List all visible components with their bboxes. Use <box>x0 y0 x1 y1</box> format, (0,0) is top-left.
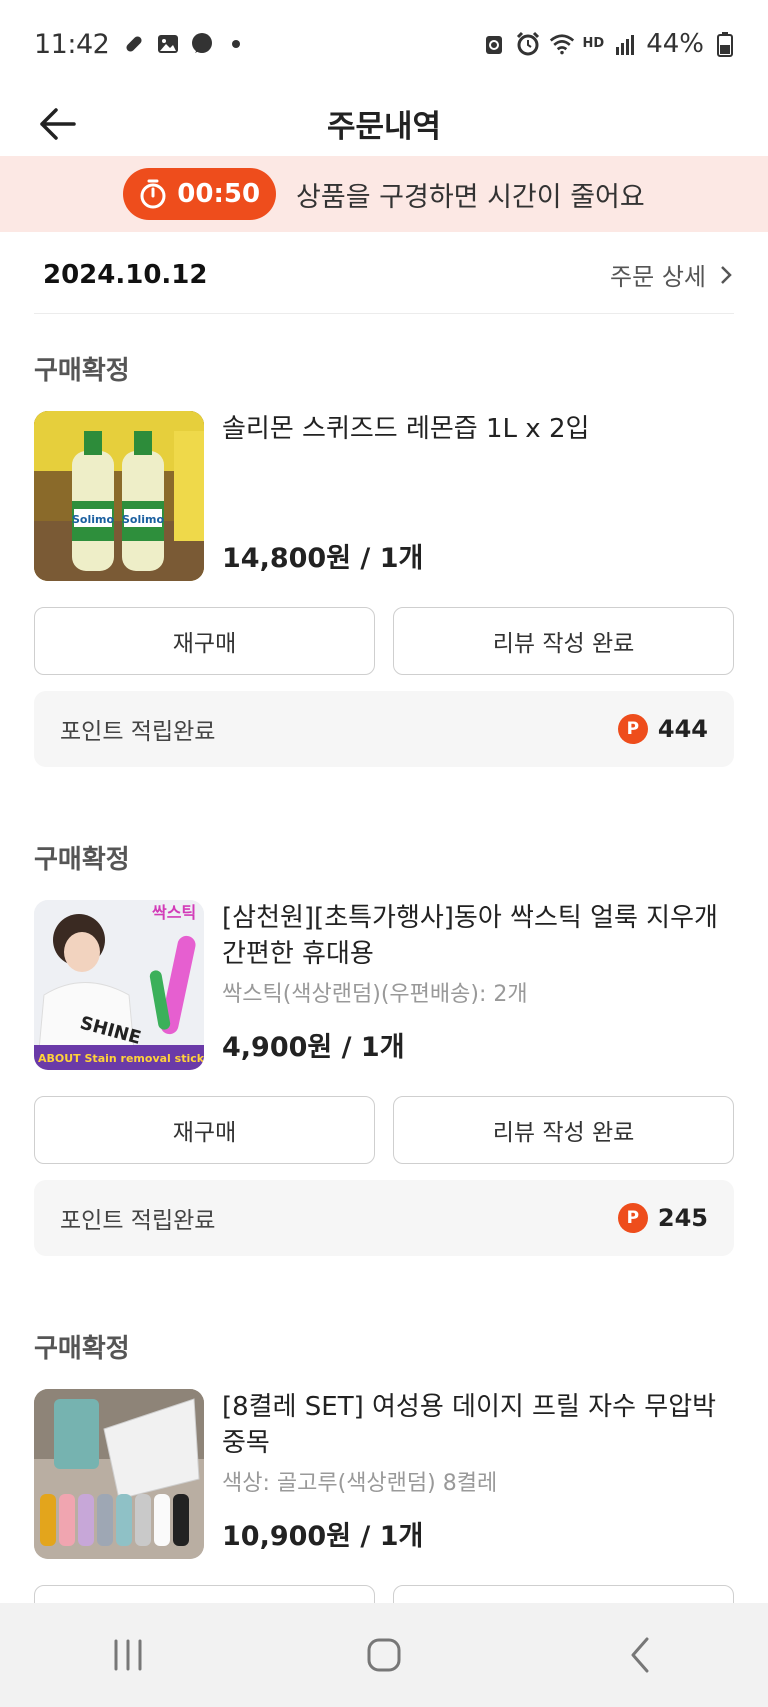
alarm-icon <box>515 31 541 57</box>
status-time: 11:42 <box>34 28 110 60</box>
point-value: 245 <box>657 1204 708 1232</box>
order-status: 구매확정 <box>34 1334 130 1364</box>
brand-text: 싹스틱 <box>152 903 196 922</box>
order-date: 2024.10.12 <box>43 259 208 290</box>
recent-apps-icon <box>114 1639 142 1671</box>
timer-value: 00:50 <box>177 179 261 209</box>
wifi-icon <box>549 31 575 57</box>
battery-percent: 44% <box>646 29 704 59</box>
signal-icon <box>612 31 638 57</box>
product-price: 14,800원 / 1개 <box>222 543 424 574</box>
product-name: [삼천원][초특가행사]동아 싹스틱 얼룩 지우개 간편한 휴대용 <box>222 903 718 969</box>
order-detail-link[interactable]: 주문 상세 <box>610 257 734 292</box>
order-detail-label: 주문 상세 <box>610 263 706 291</box>
product-price: 4,900원 / 1개 <box>222 1032 405 1063</box>
review-done-button[interactable]: 리뷰 작성 완료 <box>393 607 734 675</box>
pill-icon <box>121 31 147 57</box>
point-icon: P <box>617 714 648 744</box>
nav-back-icon <box>631 1637 649 1673</box>
nav-back-button[interactable] <box>600 1625 680 1685</box>
timer-pill: 00:50 <box>123 168 277 220</box>
rebuy-button[interactable]: 재구매 <box>34 1096 375 1164</box>
back-button[interactable] <box>36 102 80 146</box>
socks-image <box>34 1389 204 1559</box>
system-nav-bar <box>0 1603 768 1707</box>
review-done-button[interactable]: 리뷰 작성 완료 <box>393 1096 734 1164</box>
bottle-label: Solimo <box>72 513 114 526</box>
gallery-icon <box>155 31 181 57</box>
product-row[interactable]: SHINE 싹스틱 ABOUT Stain removal stick [삼천원… <box>34 900 734 1070</box>
point-icon: P <box>617 1203 648 1233</box>
point-box: 포인트 적립완료 P 444 <box>34 691 734 767</box>
product-option: 싹스틱(색상랜덤)(우편배송): 2개 <box>222 982 528 1007</box>
chat-icon <box>189 31 215 57</box>
product-thumbnail[interactable] <box>34 1389 204 1559</box>
product-thumbnail[interactable]: Solimo Solimo <box>34 411 204 581</box>
product-price: 10,900원 / 1개 <box>222 1521 424 1552</box>
rebuy-button[interactable]: 재구매 <box>34 607 375 675</box>
product-name: [8켤레 SET] 여성용 데이지 프릴 자수 무압박 중목 <box>222 1392 717 1458</box>
bottle-label: Solimo <box>122 513 164 526</box>
order-item: 구매확정 Solimo Solimo 솔리몬 스퀴즈드 레몬즙 1L x 2입 … <box>34 350 734 767</box>
lemon-juice-image: Solimo Solimo <box>34 411 204 581</box>
hd-label: HD <box>582 36 605 51</box>
stain-stick-image: SHINE 싹스틱 ABOUT Stain removal stick <box>34 900 204 1070</box>
home-icon <box>367 1638 401 1672</box>
dot-icon <box>223 31 249 57</box>
hd-voice-icon: HD <box>582 36 605 51</box>
product-row[interactable]: [8켤레 SET] 여성용 데이지 프릴 자수 무압박 중목 색상: 골고루(색… <box>34 1389 734 1559</box>
order-status: 구매확정 <box>34 845 130 875</box>
product-row[interactable]: Solimo Solimo 솔리몬 스퀴즈드 레몬즙 1L x 2입 14,80… <box>34 411 734 581</box>
order-date-row: 2024.10.12 주문 상세 <box>34 236 734 314</box>
point-label: 포인트 적립완료 <box>60 719 216 745</box>
product-option: 색상: 골고루(색상랜덤) 8켤레 <box>222 1471 498 1496</box>
chevron-right-icon <box>721 265 732 284</box>
order-item: 구매확정 SHINE 싹스틱 ABOUT Stain removal stick… <box>34 839 734 1256</box>
status-bar: 11:42 HD 44% <box>0 0 768 88</box>
point-box: 포인트 적립완료 P 245 <box>34 1180 734 1256</box>
banner-text: ABOUT Stain removal stick <box>38 1052 204 1065</box>
stopwatch-icon <box>140 179 166 209</box>
recycle-icon <box>481 31 507 57</box>
recent-apps-button[interactable] <box>88 1625 168 1685</box>
timer-message: 상품을 구경하면 시간이 줄어요 <box>296 181 645 213</box>
product-name: 솔리몬 스퀴즈드 레몬즙 1L x 2입 <box>222 414 590 444</box>
arrow-left-icon <box>40 108 76 140</box>
home-button[interactable] <box>344 1625 424 1685</box>
product-thumbnail[interactable]: SHINE 싹스틱 ABOUT Stain removal stick <box>34 900 204 1070</box>
point-value: 444 <box>657 715 708 743</box>
order-status: 구매확정 <box>34 356 130 386</box>
app-header: 주문내역 <box>0 88 768 158</box>
page-title: 주문내역 <box>326 108 442 145</box>
battery-icon <box>712 31 738 57</box>
point-label: 포인트 적립완료 <box>60 1208 216 1234</box>
timer-banner[interactable]: 00:50 상품을 구경하면 시간이 줄어요 <box>0 156 768 232</box>
